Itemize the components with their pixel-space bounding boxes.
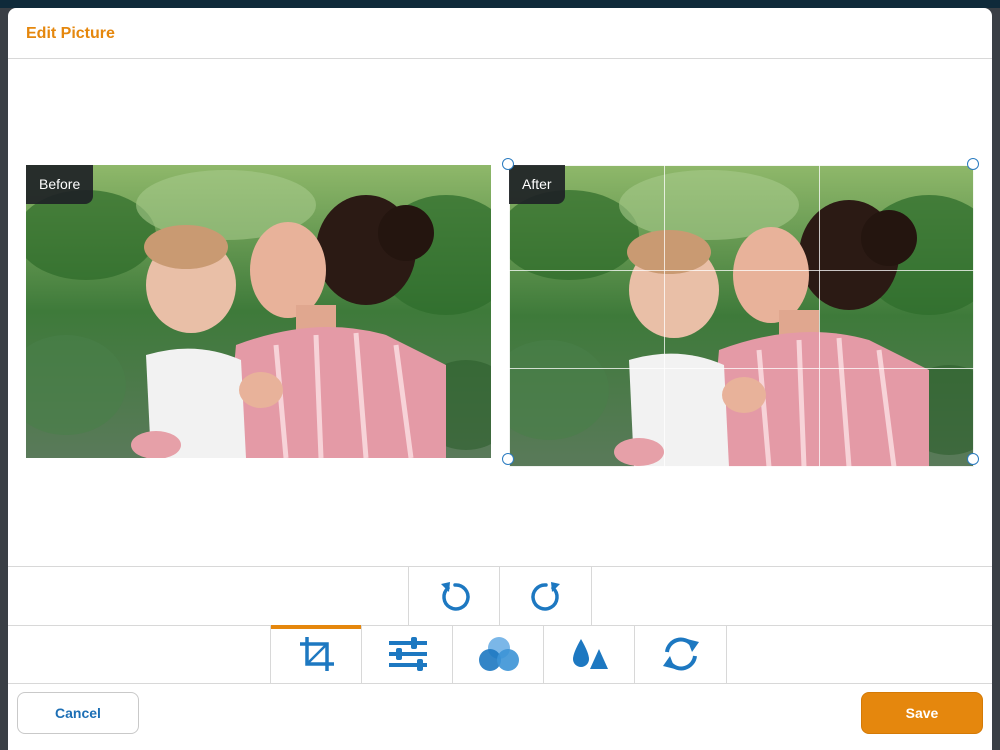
tool-effects[interactable] xyxy=(543,625,635,683)
save-button[interactable]: Save xyxy=(861,692,983,734)
crop-grid-line xyxy=(819,165,820,467)
crop-icon xyxy=(299,637,334,671)
dialog-header: Edit Picture xyxy=(8,8,992,59)
rotate-toolbar xyxy=(8,566,992,626)
after-image[interactable]: After xyxy=(509,165,974,467)
active-tool-indicator xyxy=(271,625,362,629)
edit-picture-dialog: Edit Picture Before After Cancel Save xyxy=(8,8,992,750)
rotate-right-icon xyxy=(530,582,560,611)
dialog-title: Edit Picture xyxy=(26,25,115,42)
crop-handle-top-right[interactable] xyxy=(967,158,979,170)
app-top-strip xyxy=(0,0,1000,8)
refresh-icon xyxy=(662,637,699,671)
crop-handle-bottom-right[interactable] xyxy=(967,453,979,465)
dialog-footer: Cancel Save xyxy=(8,684,992,750)
tool-reset[interactable] xyxy=(634,625,727,683)
adjust-sliders-icon xyxy=(388,637,427,671)
tool-crop[interactable] xyxy=(270,625,362,683)
rotate-right-button[interactable] xyxy=(499,567,592,625)
crop-frame[interactable] xyxy=(509,165,974,467)
drop-triangle-icon xyxy=(572,639,608,669)
before-image: Before xyxy=(26,165,491,458)
rotate-left-icon xyxy=(440,582,470,611)
tool-color[interactable] xyxy=(452,625,544,683)
color-circles-icon xyxy=(478,637,519,671)
crop-grid-line xyxy=(509,270,974,271)
tool-adjust[interactable] xyxy=(361,625,453,683)
crop-handle-bottom-left[interactable] xyxy=(502,453,514,465)
crop-handle-top-left[interactable] xyxy=(502,158,514,170)
before-photo xyxy=(26,165,491,458)
rotate-left-button[interactable] xyxy=(408,567,500,625)
before-label: Before xyxy=(26,165,94,204)
crop-grid-line xyxy=(664,165,665,467)
edit-toolbar xyxy=(8,625,992,684)
cancel-button[interactable]: Cancel xyxy=(17,692,139,734)
crop-grid-line xyxy=(509,368,974,369)
after-label: After xyxy=(509,165,565,204)
